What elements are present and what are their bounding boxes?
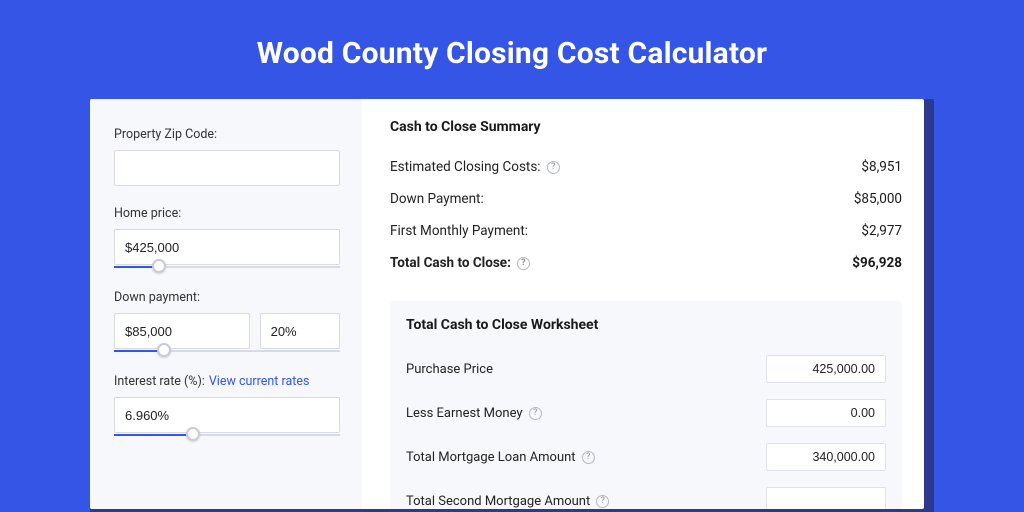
slider-thumb[interactable] xyxy=(186,427,200,441)
worksheet-title: Total Cash to Close Worksheet xyxy=(406,317,886,333)
help-icon[interactable]: ? xyxy=(529,407,542,420)
worksheet-row-mortgage-amount: Total Mortgage Loan Amount ? xyxy=(406,435,886,479)
interest-rate-label-text: Interest rate (%): xyxy=(114,374,205,389)
calculator-card: Property Zip Code: Home price: Down paym… xyxy=(90,99,924,509)
worksheet-value-input[interactable] xyxy=(766,443,886,471)
summary-title: Cash to Close Summary xyxy=(390,119,902,135)
worksheet-panel: Total Cash to Close Worksheet Purchase P… xyxy=(390,301,902,509)
down-payment-input[interactable] xyxy=(114,313,250,349)
down-payment-field: Down payment: xyxy=(114,290,340,354)
summary-label: Estimated Closing Costs: xyxy=(390,159,541,175)
summary-row-down-payment: Down Payment: $85,000 xyxy=(390,183,902,215)
summary-total-value: $96,928 xyxy=(852,255,902,271)
help-icon[interactable]: ? xyxy=(517,257,530,270)
interest-rate-slider[interactable] xyxy=(114,432,340,438)
down-payment-label: Down payment: xyxy=(114,290,340,305)
down-payment-slider[interactable] xyxy=(114,348,340,354)
slider-thumb[interactable] xyxy=(152,259,166,273)
card-shadow: Property Zip Code: Home price: Down paym… xyxy=(90,99,934,512)
worksheet-label: Total Second Mortgage Amount xyxy=(406,494,590,509)
summary-value: $85,000 xyxy=(854,191,902,207)
worksheet-row-earnest-money: Less Earnest Money ? xyxy=(406,391,886,435)
slider-fill xyxy=(114,434,193,436)
worksheet-label: Purchase Price xyxy=(406,362,493,377)
summary-label: Down Payment: xyxy=(390,191,484,207)
summary-total-label: Total Cash to Close: xyxy=(390,255,511,271)
results-panel: Cash to Close Summary Estimated Closing … xyxy=(362,99,924,509)
help-icon[interactable]: ? xyxy=(547,161,560,174)
summary-row-total: Total Cash to Close: ? $96,928 xyxy=(390,247,902,279)
page-title: Wood County Closing Cost Calculator xyxy=(0,0,1024,99)
interest-rate-label: Interest rate (%): View current rates xyxy=(114,374,340,389)
summary-label: First Monthly Payment: xyxy=(390,223,528,239)
help-icon[interactable]: ? xyxy=(582,451,595,464)
summary-row-closing-costs: Estimated Closing Costs: ? $8,951 xyxy=(390,151,902,183)
worksheet-value-input[interactable] xyxy=(766,487,886,509)
view-current-rates-link[interactable]: View current rates xyxy=(209,374,310,389)
worksheet-value-input[interactable] xyxy=(766,399,886,427)
home-price-field: Home price: xyxy=(114,206,340,270)
zip-input[interactable] xyxy=(114,150,340,186)
summary-value: $8,951 xyxy=(861,159,902,175)
summary-value: $2,977 xyxy=(861,223,902,239)
inputs-panel: Property Zip Code: Home price: Down paym… xyxy=(90,99,362,509)
zip-label: Property Zip Code: xyxy=(114,127,340,142)
worksheet-label: Less Earnest Money xyxy=(406,406,523,421)
slider-thumb[interactable] xyxy=(157,343,171,357)
interest-rate-input[interactable] xyxy=(114,397,340,433)
summary-row-first-monthly: First Monthly Payment: $2,977 xyxy=(390,215,902,247)
home-price-slider[interactable] xyxy=(114,264,340,270)
zip-field: Property Zip Code: xyxy=(114,127,340,186)
down-payment-percent-input[interactable] xyxy=(260,313,340,349)
home-price-label: Home price: xyxy=(114,206,340,221)
worksheet-label: Total Mortgage Loan Amount xyxy=(406,450,576,465)
home-price-input[interactable] xyxy=(114,229,340,265)
worksheet-value-input[interactable] xyxy=(766,355,886,383)
help-icon[interactable]: ? xyxy=(596,495,609,508)
worksheet-row-second-mortgage: Total Second Mortgage Amount ? xyxy=(406,479,886,509)
worksheet-row-purchase-price: Purchase Price xyxy=(406,347,886,391)
interest-rate-field: Interest rate (%): View current rates xyxy=(114,374,340,438)
